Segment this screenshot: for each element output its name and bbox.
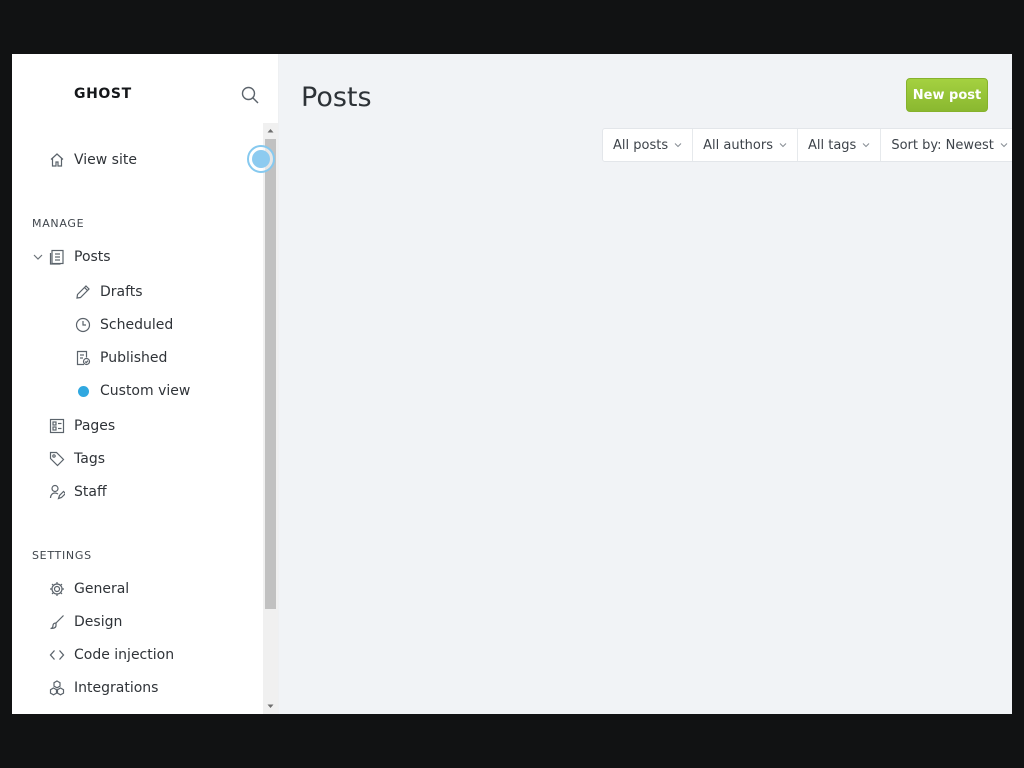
sidebar-item-label: Pages [74,418,116,434]
clock-icon [74,316,92,334]
sidebar-item-published[interactable]: Published [74,344,167,372]
filter-label: All tags [807,137,857,153]
custom-view-dot-icon [74,382,92,400]
sidebar-item-label: Integrations [74,680,159,696]
sidebar-item-label: Drafts [100,284,143,300]
staff-icon [48,483,66,501]
integrations-icon [48,679,66,697]
published-icon [74,349,92,367]
sidebar-item-drafts[interactable]: Drafts [74,278,143,306]
search-icon[interactable] [240,85,260,105]
chevron-down-icon [1000,143,1008,148]
sidebar-item-design[interactable]: Design [48,608,122,636]
sidebar-item-label: Design [74,614,123,630]
sidebar-item-code-injection[interactable]: Code injection [48,641,174,669]
sidebar-toggle-dot[interactable] [252,150,270,168]
page-title: Posts [301,82,372,113]
sidebar-item-label: Published [100,350,168,366]
new-post-button[interactable]: New post [906,78,988,112]
sidebar-item-staff[interactable]: Staff [48,478,107,506]
filter-sort[interactable]: Sort by: Newest [881,129,1012,161]
filter-tags[interactable]: All tags [798,129,882,161]
pencil-icon [74,283,92,301]
chevron-down-icon[interactable] [32,251,44,263]
sidebar-item-view-site[interactable]: View site [48,146,137,174]
filter-label: All authors [703,137,773,153]
sidebar-scrollbar[interactable] [263,123,278,714]
manage-heading: MANAGE [32,217,85,230]
posts-icon [48,248,66,266]
sidebar-item-general[interactable]: General [48,575,129,603]
scroll-down-arrow-icon[interactable] [263,699,278,714]
home-icon [48,151,66,169]
settings-heading: SETTINGS [32,549,92,562]
sidebar-item-label: Scheduled [100,317,174,333]
chevron-down-icon [779,143,787,148]
sidebar-item-label: Custom view [100,383,191,399]
brand-logo[interactable]: GHOST [74,86,132,102]
sidebar-item-custom-view[interactable]: Custom view [74,377,190,405]
post-filters: All posts All authors All tags Sort by: … [602,128,1012,162]
sidebar-item-label: Staff [74,484,107,500]
filter-label: Sort by: Newest [891,137,994,153]
sidebar-nav: View site MANAGE Posts Drafts Scheduled … [12,123,263,714]
sidebar: GHOST View site MANAGE Posts Drafts Sche… [12,54,279,714]
brush-icon [48,613,66,631]
sidebar-item-label: Code injection [74,647,175,663]
gear-icon [48,580,66,598]
sidebar-item-label: Tags [74,451,105,467]
chevron-down-icon [862,143,870,148]
ghost-admin-app: GHOST View site MANAGE Posts Drafts Sche… [12,54,1012,714]
main-content: Posts New post All posts All authors All… [280,54,1012,714]
tag-icon [48,450,66,468]
sidebar-item-posts[interactable]: Posts [48,243,111,271]
pages-icon [48,417,66,435]
scroll-up-arrow-icon[interactable] [263,123,278,138]
sidebar-item-label: General [74,581,130,597]
sidebar-item-label: Posts [74,249,111,265]
filter-post-type[interactable]: All posts [603,129,694,161]
sidebar-item-integrations[interactable]: Integrations [48,674,158,702]
sidebar-item-tags[interactable]: Tags [48,445,105,473]
code-icon [48,646,66,664]
sidebar-item-pages[interactable]: Pages [48,412,115,440]
sidebar-item-scheduled[interactable]: Scheduled [74,311,173,339]
filter-authors[interactable]: All authors [693,129,798,161]
filter-label: All posts [613,137,669,153]
chevron-down-icon [674,143,682,148]
scrollbar-thumb[interactable] [265,139,276,609]
sidebar-item-label: View site [74,152,137,168]
